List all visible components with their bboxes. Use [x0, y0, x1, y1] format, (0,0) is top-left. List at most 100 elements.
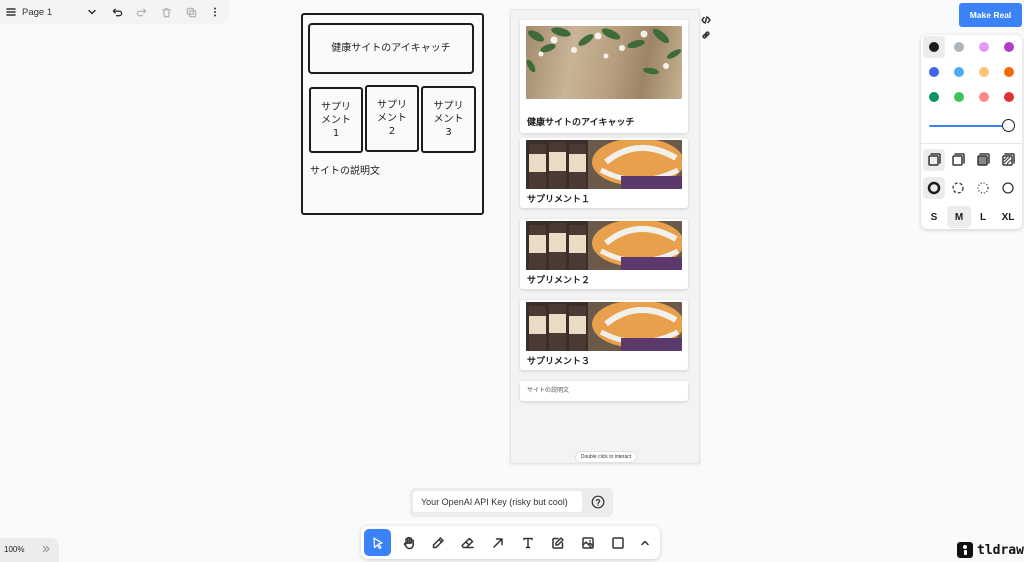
color-swatch[interactable]: [979, 42, 989, 52]
page-dropdown-button[interactable]: [84, 0, 100, 24]
sketch-supplement-box-1[interactable]: サプリ メント 1: [309, 87, 363, 153]
undo-icon: [112, 8, 122, 16]
color-swatch[interactable]: [1004, 67, 1014, 77]
hero-card: 健康サイトのアイキャッチ: [520, 20, 688, 133]
color-swatch[interactable]: [954, 92, 964, 102]
supplement-title: サプリメント３: [527, 357, 591, 367]
tool-text[interactable]: [514, 529, 541, 556]
dash-solid-icon: [1002, 182, 1014, 194]
undo-button[interactable]: [109, 0, 125, 24]
dash-draw-button[interactable]: [923, 177, 945, 199]
delete-button[interactable]: [158, 0, 174, 24]
tool-note[interactable]: [544, 529, 571, 556]
color-swatch[interactable]: [954, 42, 964, 52]
double-chevron-right-icon: [42, 545, 50, 553]
sketch-box-label: サプリ メント 2: [377, 100, 407, 137]
opacity-slider-track[interactable]: [929, 125, 1007, 127]
size-large-button[interactable]: L: [972, 206, 994, 228]
size-small-button[interactable]: S: [923, 206, 945, 228]
tool-select[interactable]: [364, 529, 391, 556]
chevron-down-icon: [88, 9, 96, 15]
minimap-toggle-button[interactable]: [40, 543, 52, 555]
supplement-image: [526, 140, 682, 189]
page-menu-bar: Page 1: [0, 0, 229, 24]
zoom-level[interactable]: 100%: [4, 545, 24, 554]
dash-draw-icon: [927, 181, 941, 195]
color-swatch[interactable]: [929, 42, 939, 52]
zoom-bar: 100%: [0, 538, 59, 562]
color-swatch[interactable]: [929, 67, 939, 77]
main-menu-button[interactable]: [2, 0, 20, 24]
api-key-input[interactable]: [413, 491, 582, 512]
more-vertical-icon: [214, 7, 216, 17]
sketch-box-label: サプリ メント 3: [433, 101, 464, 138]
chevron-up-icon: [641, 540, 649, 545]
tool-hand[interactable]: [395, 529, 422, 556]
fill-pattern-button[interactable]: [997, 149, 1019, 171]
description-text: サイトの説明文: [527, 387, 570, 394]
show-code-button[interactable]: [701, 12, 711, 24]
description-card: サイトの説明文: [520, 381, 688, 401]
eraser-icon: [460, 537, 474, 548]
double-click-hint[interactable]: Double click to interact: [575, 451, 637, 463]
supplement-card-3[interactable]: サプリメント３: [520, 300, 688, 370]
sketch-supplement-box-3[interactable]: サプリ メント 3: [421, 86, 476, 153]
select-icon: [372, 536, 383, 549]
api-key-help-button[interactable]: [591, 495, 605, 509]
copy-link-button[interactable]: [701, 27, 711, 39]
sketch-header-box[interactable]: 健康サイトのアイキャッチ: [308, 23, 474, 74]
dash-solid-button[interactable]: [997, 177, 1019, 199]
hamburger-icon: [6, 8, 16, 16]
color-swatch[interactable]: [929, 92, 939, 102]
redo-button[interactable]: [133, 0, 149, 24]
fill-none-icon: [928, 153, 941, 166]
fill-solid-icon: [977, 153, 990, 166]
dash-dotted-button[interactable]: [972, 177, 994, 199]
duplicate-icon: [186, 7, 196, 17]
page-name[interactable]: Page 1: [22, 0, 58, 24]
text-icon: [522, 537, 533, 548]
color-swatch[interactable]: [1004, 42, 1014, 52]
sketch-box-label: サプリ メント 1: [321, 101, 351, 139]
supplement-title: サプリメント１: [527, 195, 591, 205]
fill-semi-button[interactable]: [947, 149, 969, 171]
note-icon: [551, 536, 564, 549]
tldraw-logo-icon: [957, 542, 973, 558]
tool-arrow[interactable]: [484, 529, 511, 556]
color-swatch[interactable]: [1004, 92, 1014, 102]
pencil-icon: [432, 536, 444, 548]
supplement-card-2[interactable]: サプリメント２: [520, 219, 688, 289]
supplement-card-1[interactable]: サプリメント１: [520, 138, 688, 208]
color-swatch[interactable]: [954, 67, 964, 77]
tool-image[interactable]: [574, 529, 601, 556]
tldraw-logo[interactable]: tldraw: [957, 541, 1024, 559]
supplement-image: [526, 221, 682, 270]
dash-dashed-icon: [952, 182, 964, 194]
tool-eraser[interactable]: [454, 529, 481, 556]
tool-rectangle[interactable]: [604, 529, 631, 556]
make-real-button[interactable]: Make Real: [959, 3, 1022, 27]
fill-pattern-icon: [1002, 153, 1015, 166]
sketch-supplement-box-2[interactable]: サプリ メント 2: [365, 85, 419, 152]
dash-dashed-button[interactable]: [947, 177, 969, 199]
supplement-title: サプリメント２: [527, 276, 591, 286]
size-xl-button[interactable]: XL: [997, 206, 1019, 228]
link-icon: [702, 31, 710, 39]
fill-solid-button[interactable]: [972, 149, 994, 171]
more-tools-button[interactable]: [633, 529, 657, 556]
fill-none-button[interactable]: [923, 149, 945, 171]
trash-icon: [161, 7, 171, 17]
opacity-slider-thumb[interactable]: [1002, 119, 1015, 132]
generated-preview-frame[interactable]: 健康サイトのアイキャッチ サプリメント１ サプリメント２ サプリメント３ サイト…: [510, 9, 700, 464]
tool-draw[interactable]: [424, 529, 451, 556]
duplicate-button[interactable]: [183, 0, 199, 24]
size-medium-button[interactable]: M: [947, 206, 971, 228]
more-options-button[interactable]: [207, 0, 223, 24]
color-swatch[interactable]: [979, 92, 989, 102]
color-swatch[interactable]: [979, 67, 989, 77]
rectangle-icon: [611, 536, 624, 549]
hand-icon: [403, 536, 414, 549]
image-icon: [581, 536, 594, 549]
brand-name: tldraw: [977, 542, 1024, 558]
sketch-description-text[interactable]: サイトの説明文: [310, 165, 380, 178]
